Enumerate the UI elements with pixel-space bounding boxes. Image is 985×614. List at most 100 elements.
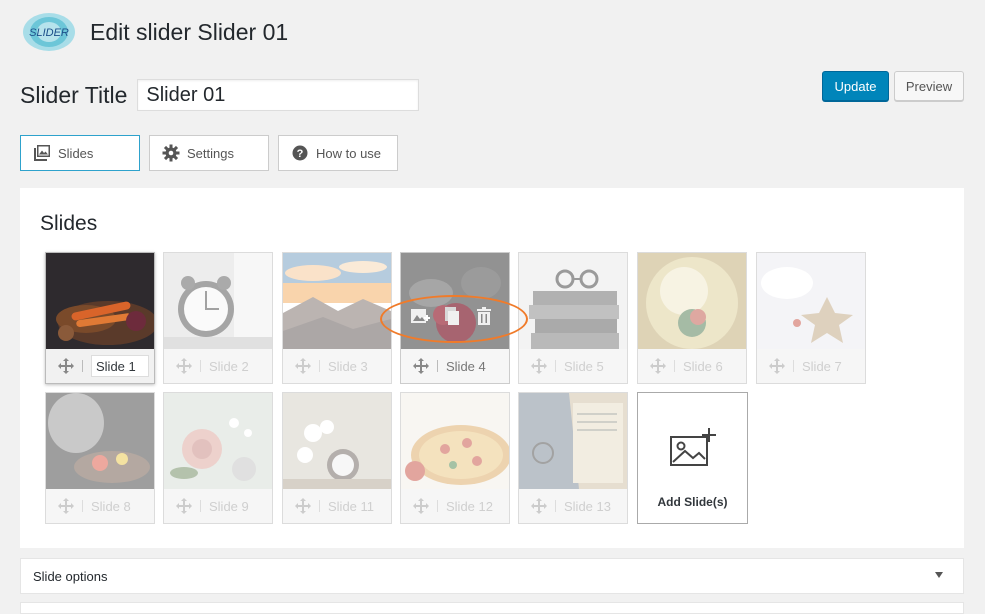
slide-thumbnail[interactable]	[164, 393, 272, 489]
separator	[319, 500, 320, 512]
slide-label: Slide 11	[328, 498, 375, 514]
add-slides-label: Add Slide(s)	[657, 495, 728, 509]
slide-bar: Slide 8	[46, 489, 154, 523]
separator	[555, 500, 556, 512]
logo-text: SLIDER	[29, 27, 69, 39]
slide-thumbnail[interactable]	[757, 253, 865, 349]
move-icon[interactable]	[529, 496, 549, 516]
add-image-icon[interactable]	[409, 305, 431, 327]
slide-bar: Slide 11	[283, 489, 391, 523]
separator	[793, 360, 794, 372]
tab-slides[interactable]: Slides	[20, 135, 140, 171]
slide-card[interactable]: Slide 5	[518, 252, 628, 384]
slide-card[interactable]: Slide 9	[163, 392, 273, 524]
next-section-edge	[20, 602, 964, 614]
slide-label: Slide 13	[564, 498, 611, 514]
separator	[82, 360, 83, 372]
trash-icon[interactable]	[473, 305, 495, 327]
slide-label: Slide 5	[564, 358, 604, 374]
slide-bar	[46, 349, 154, 383]
image-gallery-icon	[33, 144, 51, 162]
preview-button[interactable]: Preview	[894, 71, 964, 101]
slider-title-row: Slider Title	[20, 79, 420, 111]
update-button[interactable]: Update	[822, 71, 889, 101]
slide-options-toggle[interactable]: Slide options	[20, 558, 964, 594]
slide-card[interactable]: Slide 4	[400, 252, 510, 384]
slide-thumbnail[interactable]	[283, 253, 391, 349]
move-icon[interactable]	[411, 356, 431, 376]
slide-card[interactable]: Slide 7	[756, 252, 866, 384]
separator	[200, 500, 201, 512]
caret-down-icon	[935, 572, 943, 578]
slide-label: Slide 2	[209, 358, 249, 374]
move-icon[interactable]	[293, 356, 313, 376]
separator	[319, 360, 320, 372]
slides-panel-title: Slides	[40, 212, 98, 235]
tab-label: Settings	[187, 145, 234, 161]
move-icon[interactable]	[529, 356, 549, 376]
slide-bar: Slide 13	[519, 489, 627, 523]
slide-thumbnail[interactable]	[519, 393, 627, 489]
slide-bar: Slide 7	[757, 349, 865, 383]
slide-thumbnail[interactable]	[46, 393, 154, 489]
svg-text:?: ?	[297, 148, 304, 160]
move-icon[interactable]	[56, 356, 76, 376]
separator	[437, 360, 438, 372]
slider-logo: SLIDER	[18, 9, 80, 55]
slide-bar: Slide 6	[638, 349, 746, 383]
page-title: Edit slider Slider 01	[90, 18, 289, 45]
slide-bar: Slide 9	[164, 489, 272, 523]
separator	[437, 500, 438, 512]
slide-card[interactable]: Slide 8	[45, 392, 155, 524]
tab-label: How to use	[316, 145, 382, 161]
separator	[674, 360, 675, 372]
tab-label: Slides	[58, 145, 94, 161]
tab-bar: Slides Settings ? How to use	[20, 135, 398, 171]
tab-how-to-use[interactable]: ? How to use	[278, 135, 398, 171]
slide-card[interactable]: Slide 2	[163, 252, 273, 384]
slide-card[interactable]: Slide 11	[282, 392, 392, 524]
gear-icon	[162, 144, 180, 162]
slide-thumbnail[interactable]	[46, 253, 154, 349]
slide-label: Slide 12	[446, 498, 493, 514]
question-circle-icon: ?	[291, 144, 309, 162]
slider-title-label: Slider Title	[20, 81, 128, 108]
slide-thumbnail[interactable]	[283, 393, 391, 489]
slide-card[interactable]: Slide 12	[400, 392, 510, 524]
slide-bar: Slide 2	[164, 349, 272, 383]
slide-options-label: Slide options	[33, 568, 108, 584]
slide-card[interactable]	[45, 252, 155, 384]
slide-label: Slide 9	[209, 498, 249, 514]
slider-title-input[interactable]	[137, 79, 420, 111]
move-icon[interactable]	[56, 496, 76, 516]
slide-thumbnail[interactable]	[401, 393, 509, 489]
move-icon[interactable]	[174, 496, 194, 516]
slide-bar: Slide 5	[519, 349, 627, 383]
slide-bar: Slide 4	[401, 349, 509, 383]
slide-bar: Slide 3	[283, 349, 391, 383]
slide-card[interactable]: Slide 6	[637, 252, 747, 384]
slide-thumbnail[interactable]	[638, 253, 746, 349]
move-icon[interactable]	[767, 356, 787, 376]
slide-card[interactable]: Slide 13	[518, 392, 628, 524]
slide-thumbnail[interactable]	[519, 253, 627, 349]
move-icon[interactable]	[174, 356, 194, 376]
add-image-icon	[669, 427, 717, 469]
separator	[82, 500, 83, 512]
page-header: SLIDER Edit slider Slider 01	[18, 8, 288, 56]
slide-label: Slide 4	[446, 358, 486, 374]
slide-thumbnail[interactable]	[164, 253, 272, 349]
add-slides-button[interactable]: Add Slide(s)	[637, 392, 748, 524]
separator	[200, 360, 201, 372]
slide-bar: Slide 12	[401, 489, 509, 523]
slide-card[interactable]: Slide 3	[282, 252, 392, 384]
slide-actions	[409, 305, 495, 327]
move-icon[interactable]	[293, 496, 313, 516]
move-icon[interactable]	[648, 356, 668, 376]
move-icon[interactable]	[411, 496, 431, 516]
slide-name-input[interactable]	[91, 355, 149, 377]
slide-label: Slide 6	[683, 358, 723, 374]
tab-settings[interactable]: Settings	[149, 135, 269, 171]
slide-thumbnail[interactable]	[401, 253, 509, 349]
duplicate-icon[interactable]	[441, 305, 463, 327]
